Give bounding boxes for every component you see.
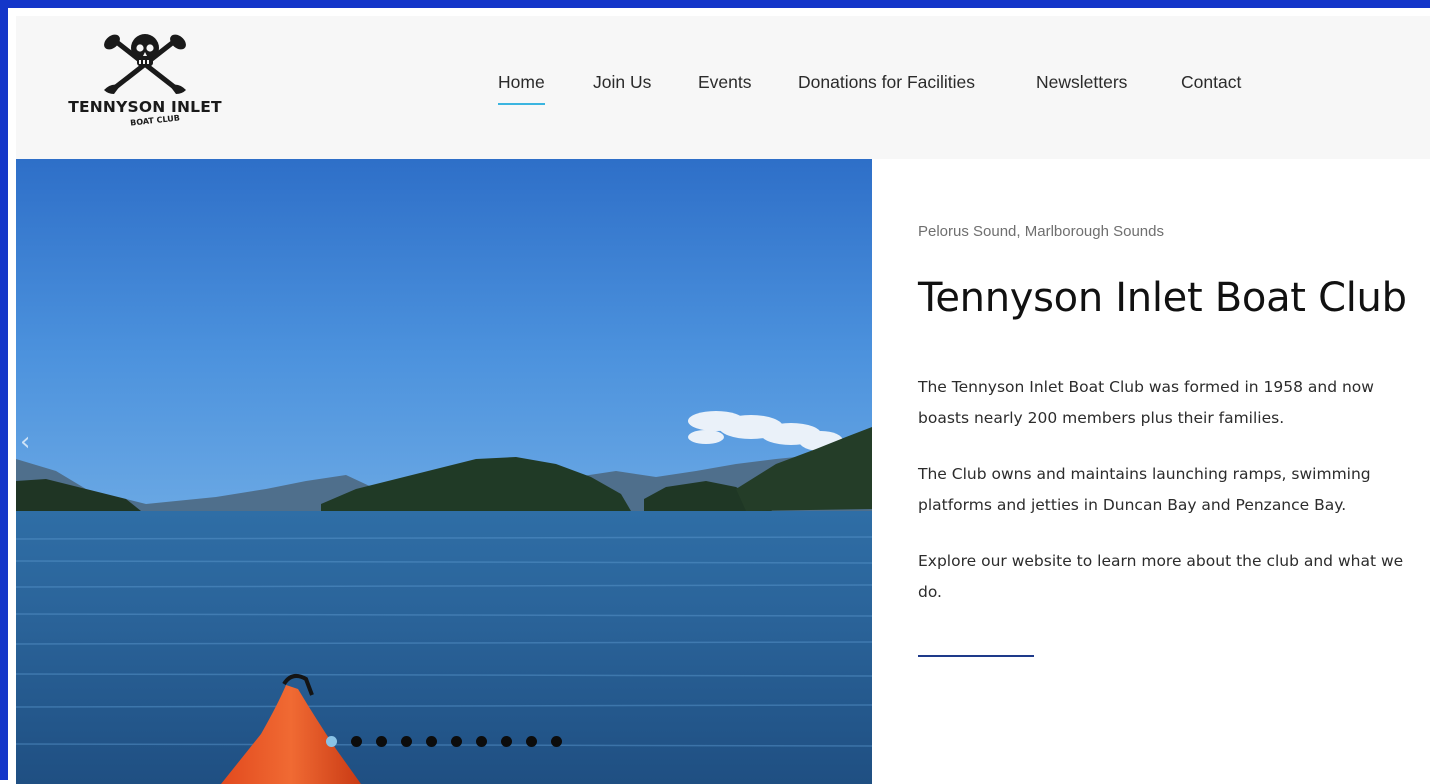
slider-dot[interactable] — [451, 736, 462, 747]
site-header: TENNYSON INLET BOAT CLUB Home Join Us Ev… — [16, 16, 1430, 159]
nav-newsletters[interactable]: Newsletters — [1036, 72, 1127, 93]
site-logo[interactable]: TENNYSON INLET BOAT CLUB — [60, 26, 230, 141]
nav-join-us[interactable]: Join Us — [593, 72, 651, 93]
slider-dot[interactable] — [476, 736, 487, 747]
nav-contact[interactable]: Contact — [1181, 72, 1241, 93]
slider-dot[interactable] — [326, 736, 337, 747]
nav-events[interactable]: Events — [698, 72, 752, 93]
slider-dot[interactable] — [426, 736, 437, 747]
nav-home[interactable]: Home — [498, 72, 545, 105]
slider-dot[interactable] — [351, 736, 362, 747]
slider-dot[interactable] — [551, 736, 562, 747]
page-title: Tennyson Inlet Boat Club — [918, 275, 1407, 321]
intro-paragraph: Explore our website to learn more about … — [918, 552, 1404, 601]
hero-slider[interactable]: ‹ — [16, 159, 872, 784]
intro-paragraph: The Club owns and maintains launching ra… — [918, 465, 1371, 514]
slider-dot[interactable] — [401, 736, 412, 747]
logo-title: TENNYSON INLET — [68, 98, 222, 116]
intro-paragraph: The Tennyson Inlet Boat Club was formed … — [918, 378, 1374, 427]
slider-dot[interactable] — [526, 736, 537, 747]
chevron-left-icon[interactable]: ‹ — [20, 427, 40, 457]
slider-dot[interactable] — [376, 736, 387, 747]
location-eyebrow: Pelorus Sound, Marlborough Sounds — [918, 223, 1164, 240]
skull-crossed-paddles-icon — [104, 34, 186, 94]
section-divider — [918, 655, 1034, 657]
nav-donations[interactable]: Donations for Facilities — [798, 72, 975, 93]
slider-dot[interactable] — [501, 736, 512, 747]
browser-frame: TENNYSON INLET BOAT CLUB Home Join Us Ev… — [0, 0, 1430, 784]
intro-section: Pelorus Sound, Marlborough Sounds Tennys… — [918, 159, 1430, 779]
kayak-on-calm-inlet-photo — [16, 159, 872, 784]
